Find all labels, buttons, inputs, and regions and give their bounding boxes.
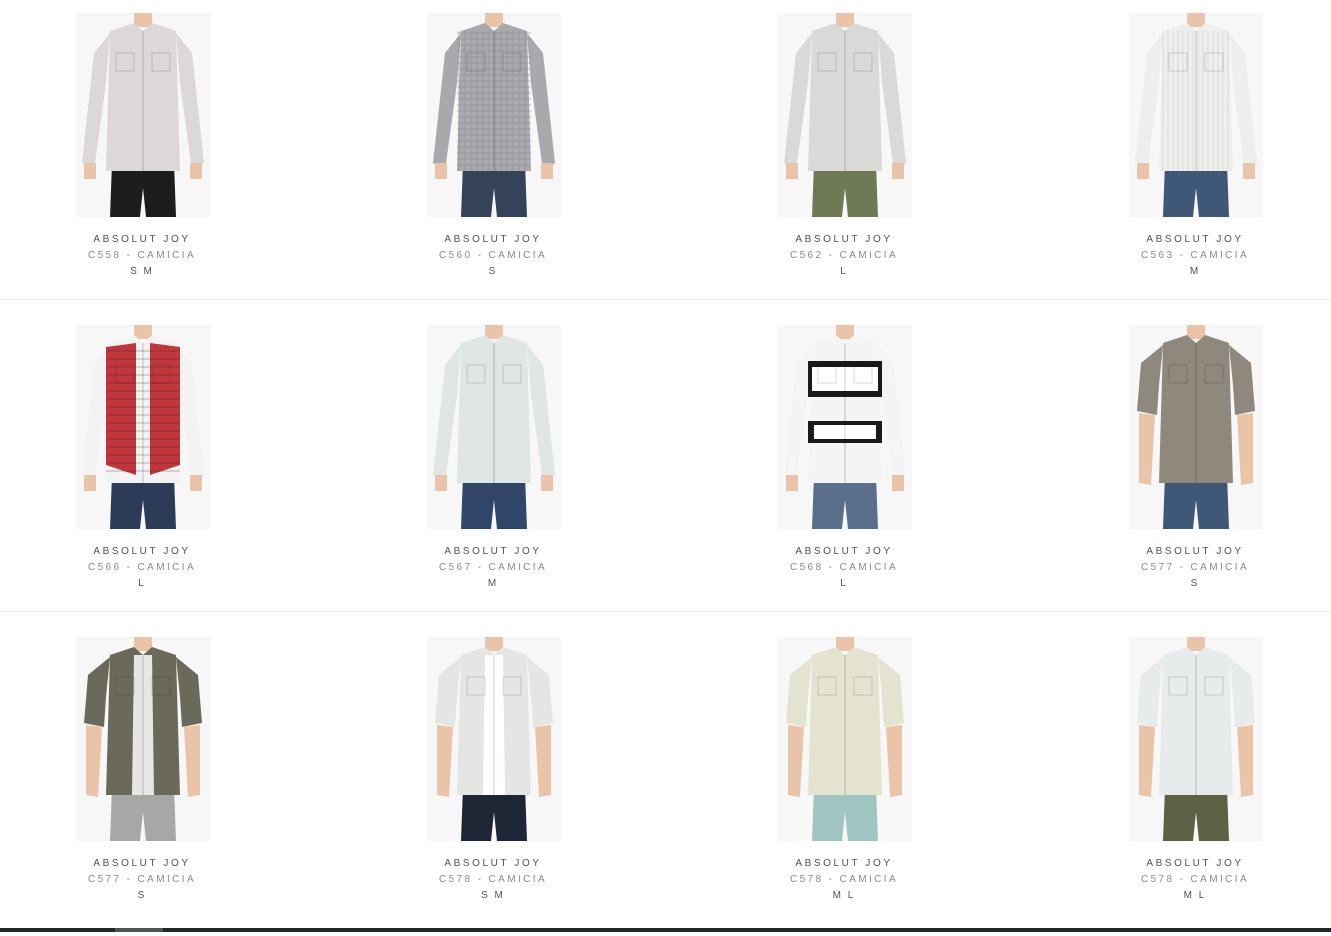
- product-code[interactable]: C567 - CAMICIA: [351, 562, 635, 573]
- product-card[interactable]: ABSOLUT JOY C577 - CAMICIA S: [1053, 312, 1331, 612]
- product-code[interactable]: C558 - CAMICIA: [0, 250, 284, 261]
- product-row: ABSOLUT JOY C577 - CAMICIA S ABSOLUT JOY C57…: [0, 624, 1331, 936]
- product-image[interactable]: [1129, 325, 1263, 529]
- row-divider: [0, 611, 1331, 612]
- product-brand[interactable]: ABSOLUT JOY: [351, 234, 635, 245]
- product-code[interactable]: C562 - CAMICIA: [702, 250, 986, 261]
- product-image[interactable]: [778, 637, 912, 841]
- product-card[interactable]: ABSOLUT JOY C567 - CAMICIA M: [351, 312, 702, 612]
- row-divider: [0, 299, 1331, 300]
- product-brand[interactable]: ABSOLUT JOY: [1053, 546, 1331, 557]
- product-image[interactable]: [427, 637, 561, 841]
- product-card[interactable]: ABSOLUT JOY C562 - CAMICIA L: [702, 0, 1053, 300]
- product-card[interactable]: ABSOLUT JOY C560 - CAMICIA S: [351, 0, 702, 300]
- product-code[interactable]: C578 - CAMICIA: [1053, 874, 1331, 885]
- product-code[interactable]: C577 - CAMICIA: [1053, 562, 1331, 573]
- product-brand[interactable]: ABSOLUT JOY: [1053, 858, 1331, 869]
- product-card[interactable]: ABSOLUT JOY C558 - CAMICIA S M: [0, 0, 351, 300]
- product-card[interactable]: ABSOLUT JOY C566 - CAMICIA L: [0, 312, 351, 612]
- product-sizes: S M: [481, 890, 505, 901]
- product-sizes: S M: [130, 266, 154, 277]
- product-row: ABSOLUT JOY C558 - CAMICIA S M ABSOLUT JOY C…: [0, 0, 1331, 312]
- product-brand[interactable]: ABSOLUT JOY: [351, 546, 635, 557]
- product-sizes: M: [487, 578, 499, 589]
- product-brand[interactable]: ABSOLUT JOY: [702, 858, 986, 869]
- footer-bar: [0, 928, 1331, 932]
- product-image[interactable]: [778, 325, 912, 529]
- product-code[interactable]: C568 - CAMICIA: [702, 562, 986, 573]
- product-code[interactable]: C560 - CAMICIA: [351, 250, 635, 261]
- product-code[interactable]: C578 - CAMICIA: [702, 874, 986, 885]
- product-brand[interactable]: ABSOLUT JOY: [0, 858, 284, 869]
- product-sizes: S: [137, 890, 147, 901]
- product-image[interactable]: [778, 13, 912, 217]
- product-brand[interactable]: ABSOLUT JOY: [0, 234, 284, 245]
- product-image[interactable]: [427, 325, 561, 529]
- product-image[interactable]: [76, 325, 210, 529]
- product-sizes: M L: [832, 890, 856, 901]
- product-sizes: M L: [1183, 890, 1207, 901]
- product-brand[interactable]: ABSOLUT JOY: [0, 546, 284, 557]
- product-code[interactable]: C563 - CAMICIA: [1053, 250, 1331, 261]
- product-card[interactable]: ABSOLUT JOY C568 - CAMICIA L: [702, 312, 1053, 612]
- product-image[interactable]: [1129, 637, 1263, 841]
- product-image[interactable]: [76, 637, 210, 841]
- product-card[interactable]: ABSOLUT JOY C578 - CAMICIA M L: [1053, 624, 1331, 924]
- product-code[interactable]: C577 - CAMICIA: [0, 874, 284, 885]
- product-sizes: L: [138, 578, 146, 589]
- product-brand[interactable]: ABSOLUT JOY: [1053, 234, 1331, 245]
- product-image[interactable]: [427, 13, 561, 217]
- product-card[interactable]: ABSOLUT JOY C563 - CAMICIA M: [1053, 0, 1331, 300]
- product-card[interactable]: ABSOLUT JOY C578 - CAMICIA M L: [702, 624, 1053, 924]
- product-image[interactable]: [1129, 13, 1263, 217]
- product-row: ABSOLUT JOY C566 - CAMICIA L ABSOLUT JOY C56…: [0, 312, 1331, 624]
- product-sizes: S: [1190, 578, 1200, 589]
- product-sizes: L: [840, 266, 848, 277]
- footer-scroll-indicator[interactable]: [115, 928, 163, 932]
- product-brand[interactable]: ABSOLUT JOY: [702, 546, 986, 557]
- product-sizes: S: [488, 266, 498, 277]
- product-sizes: L: [840, 578, 848, 589]
- product-image[interactable]: [76, 13, 210, 217]
- product-card[interactable]: ABSOLUT JOY C578 - CAMICIA S M: [351, 624, 702, 924]
- product-brand[interactable]: ABSOLUT JOY: [351, 858, 635, 869]
- product-sizes: M: [1189, 266, 1201, 277]
- product-code[interactable]: C566 - CAMICIA: [0, 562, 284, 573]
- product-code[interactable]: C578 - CAMICIA: [351, 874, 635, 885]
- product-brand[interactable]: ABSOLUT JOY: [702, 234, 986, 245]
- product-card[interactable]: ABSOLUT JOY C577 - CAMICIA S: [0, 624, 351, 924]
